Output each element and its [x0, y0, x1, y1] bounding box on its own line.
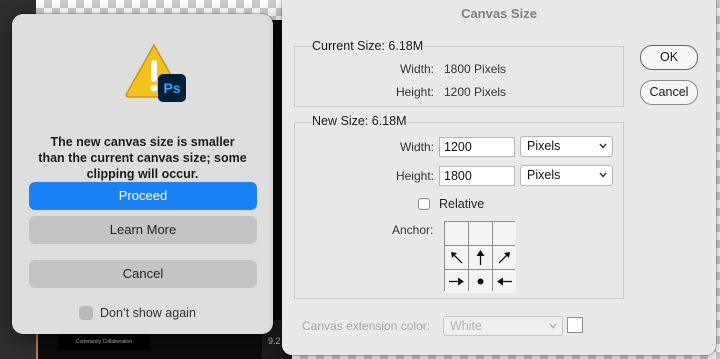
new-size-title: New Size: 6.18M: [312, 114, 407, 128]
anchor-dot-icon: [477, 278, 484, 285]
new-height-label: Height:: [395, 169, 434, 183]
clipping-alert: Ps The new canvas size is smaller than t…: [12, 14, 273, 334]
arrow-up-left-icon: [451, 252, 463, 264]
anchor-top-center[interactable]: [469, 222, 492, 245]
learn-more-button[interactable]: Learn More: [29, 216, 257, 244]
extension-color-swatch[interactable]: [567, 317, 583, 333]
anchor-bottom-center[interactable]: [469, 270, 492, 293]
arrow-up-icon: [476, 250, 485, 265]
alert-message: The new canvas size is smaller than the …: [38, 135, 247, 181]
relative-checkbox[interactable]: [418, 198, 430, 210]
width-unit-select[interactable]: Pixels: [520, 136, 613, 157]
current-width-label: Width:: [399, 62, 434, 76]
arrow-up-right-icon: [498, 252, 510, 264]
dont-show-again-option[interactable]: Don’t show again: [79, 305, 196, 321]
dont-show-again-label: Don’t show again: [100, 306, 196, 320]
relative-label: Relative: [439, 197, 485, 211]
extension-color-value: White: [450, 319, 482, 333]
dont-show-again-checkbox[interactable]: [79, 306, 93, 320]
chevron-down-icon: [599, 143, 607, 149]
anchor-middle-left[interactable]: [445, 246, 468, 269]
cancel-alert-button[interactable]: Cancel: [29, 260, 257, 288]
anchor-label: Anchor:: [392, 223, 434, 237]
document-side-value: 9.2: [268, 336, 281, 346]
chevron-down-icon: [549, 323, 557, 329]
current-height-value: 1200 Pixels: [444, 85, 507, 99]
dialog-title: Canvas Size: [461, 6, 537, 21]
anchor-middle-right[interactable]: [493, 246, 516, 269]
photoshop-badge-icon: Ps: [163, 80, 180, 96]
extension-color-label: Canvas extension color:: [302, 319, 431, 333]
ok-button[interactable]: OK: [640, 45, 698, 70]
anchor-bottom-right[interactable]: [493, 270, 516, 293]
current-height-label: Height:: [395, 85, 434, 99]
chevron-down-icon: [599, 172, 607, 178]
current-size-title: Current Size: 6.18M: [312, 39, 424, 53]
arrow-left-icon: [449, 277, 464, 286]
anchor-middle-center[interactable]: [469, 246, 492, 269]
anchor-top-left[interactable]: [445, 222, 468, 245]
arrow-right-icon: [497, 277, 512, 286]
warning-icon: Ps: [125, 43, 186, 102]
anchor-bottom-left[interactable]: [445, 270, 468, 293]
current-width-value: 1800 Pixels: [444, 62, 507, 76]
canvas-size-dialog: Canvas Size Current Size: 6.18M Width: 1…: [282, 0, 716, 355]
extension-color-select[interactable]: White: [443, 316, 563, 336]
new-width-label: Width:: [399, 140, 434, 154]
anchor-grid: [444, 221, 516, 293]
width-input[interactable]: 1200: [439, 137, 515, 157]
anchor-top-right[interactable]: [493, 222, 516, 245]
height-unit-value: Pixels: [527, 168, 561, 182]
height-unit-select[interactable]: Pixels: [520, 165, 613, 186]
width-unit-value: Pixels: [527, 139, 561, 153]
document-caption: Community Collaboration: [58, 334, 150, 350]
height-input[interactable]: 1800: [439, 166, 515, 186]
proceed-button[interactable]: Proceed: [29, 182, 257, 210]
cancel-button[interactable]: Cancel: [640, 80, 698, 105]
